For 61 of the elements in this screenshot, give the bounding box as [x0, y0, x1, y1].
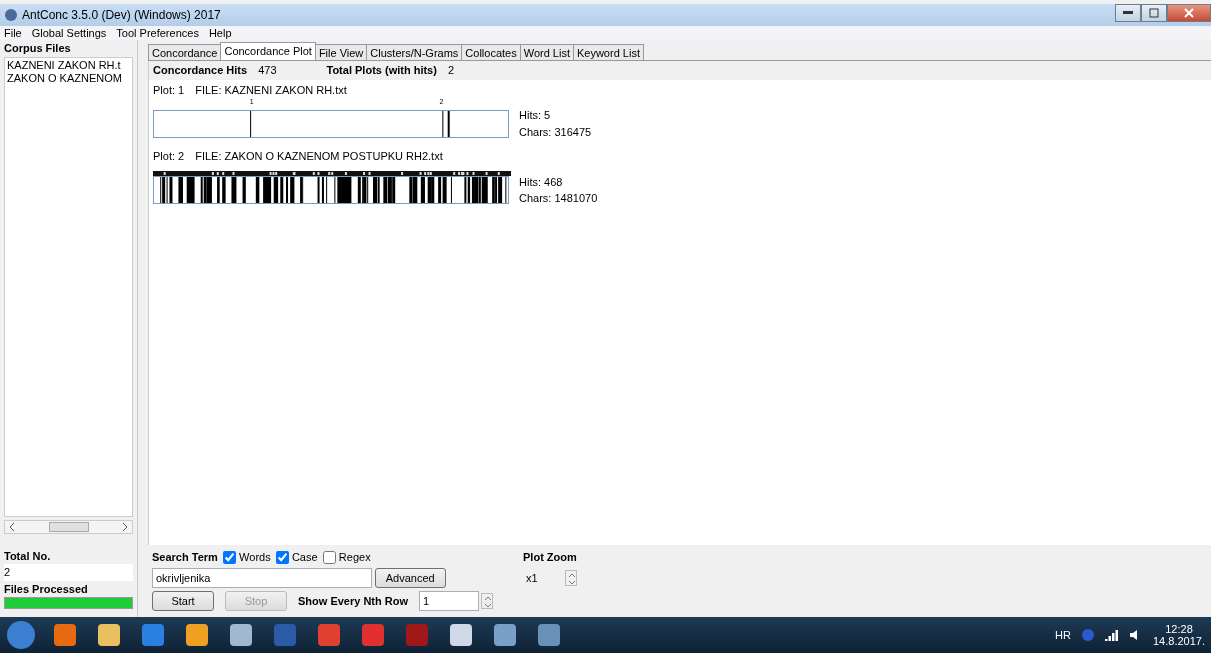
- window-title: AntConc 3.5.0 (Dev) (Windows) 2017: [22, 7, 221, 24]
- maximize-icon[interactable]: [1149, 8, 1159, 18]
- tab[interactable]: Concordance Plot: [220, 42, 316, 60]
- corpus-files-heading: Corpus Files: [4, 41, 72, 56]
- hits-label: Concordance Hits: [153, 63, 248, 78]
- tab[interactable]: Collocates: [461, 44, 521, 60]
- tab[interactable]: File View: [314, 44, 368, 60]
- tab[interactable]: Keyword List: [572, 44, 644, 60]
- advanced-button[interactable]: Advanced: [374, 568, 446, 589]
- plot-label: Plot: 1: [153, 82, 185, 98]
- spinner-arrows-icon[interactable]: [565, 570, 578, 587]
- clock-time: 12:28: [1164, 623, 1194, 635]
- close-icon[interactable]: [1184, 8, 1194, 18]
- plot-hits: Hits: 5: [519, 108, 552, 123]
- spinner-arrows-icon[interactable]: [481, 593, 494, 609]
- clock-date: 14.8.2017.: [1153, 635, 1205, 647]
- scroll-right-icon[interactable]: [122, 522, 128, 531]
- search-term-label: Search Term: [152, 550, 218, 565]
- checkbox[interactable]: [276, 550, 290, 564]
- scrollbar-thumb[interactable]: [48, 521, 89, 532]
- corpus-file-item[interactable]: ZAKON O KAZNENOM: [7, 71, 130, 85]
- hits-value: 473: [258, 63, 277, 78]
- plot-chars: Chars: 316475: [519, 124, 592, 140]
- plot-chars: Chars: 1481070: [519, 191, 598, 206]
- plot-hits: Hits: 468: [519, 174, 564, 190]
- plot-zoom-field[interactable]: x1: [523, 568, 564, 589]
- maximize-button[interactable]: [1141, 4, 1167, 22]
- nth-row-field[interactable]: 1: [419, 591, 480, 611]
- close-button[interactable]: [1167, 4, 1211, 22]
- plot-zoom-label: Plot Zoom: [523, 550, 578, 565]
- tab[interactable]: Concordance: [148, 44, 222, 60]
- plot-label: Plot: 2: [153, 149, 185, 164]
- menu-item[interactable]: Tool Preferences: [116, 24, 199, 42]
- plots-label: Total Plots (with hits): [326, 63, 437, 78]
- minimize-button[interactable]: [1115, 4, 1141, 22]
- plots-value: 2: [447, 63, 455, 78]
- language-indicator[interactable]: HR: [1055, 626, 1071, 644]
- checkbox-label: Case: [291, 550, 318, 565]
- total-value: 2: [4, 564, 133, 581]
- menu-item[interactable]: File: [4, 24, 22, 42]
- nth-row-label: Show Every Nth Row: [298, 593, 409, 609]
- menu-item[interactable]: Help: [208, 24, 232, 42]
- signal-icon[interactable]: [1105, 629, 1119, 641]
- checkbox-label: Regex: [338, 550, 371, 565]
- tab[interactable]: Clusters/N-Grams: [366, 44, 463, 60]
- horizontal-scrollbar[interactable]: [4, 519, 133, 534]
- start-button[interactable]: Start: [152, 591, 214, 611]
- plot-file-name: FILE: KAZNENI ZAKON RH.txt: [195, 82, 347, 98]
- checkbox[interactable]: [223, 550, 237, 564]
- corpus-file-item[interactable]: KAZNENI ZAKON RH.t: [7, 58, 130, 72]
- plot-file-name: FILE: ZAKON O KAZNENOM POSTUPKU RH2.txt: [195, 149, 443, 164]
- files-processed-label: Files Processed: [4, 581, 89, 597]
- total-label: Total No.: [4, 548, 52, 564]
- checkbox[interactable]: [323, 550, 337, 564]
- tab[interactable]: Word List: [519, 44, 574, 60]
- checkbox-label: Words: [239, 550, 271, 565]
- scroll-left-icon[interactable]: [9, 522, 15, 531]
- app-icon: [4, 8, 18, 22]
- menu-item[interactable]: Global Settings: [31, 24, 107, 42]
- minimize-icon[interactable]: [1123, 11, 1133, 15]
- search-field[interactable]: okrivljenika: [152, 568, 372, 589]
